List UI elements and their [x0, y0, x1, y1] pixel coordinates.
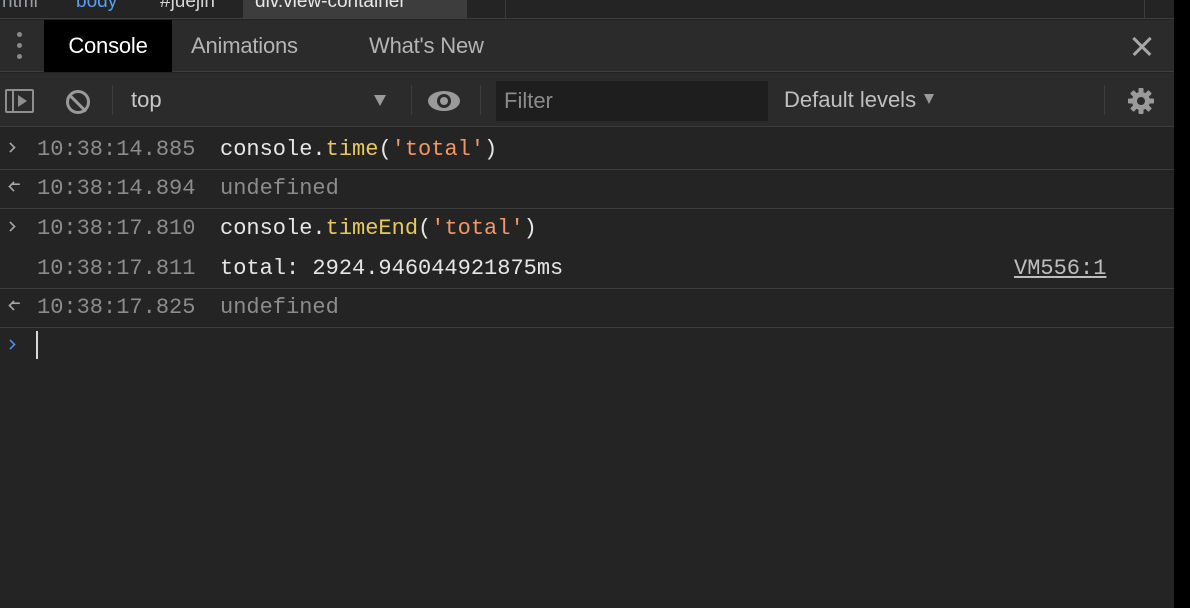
timestamp: 10:38:17.810 [37, 216, 196, 241]
devtools-drawer: html body #juejin div.view-container Con… [0, 0, 1174, 608]
gear-icon[interactable] [1127, 87, 1155, 115]
show-sidebar-icon[interactable] [5, 89, 34, 113]
console-row: 10:38:17.810 console.timeEnd('total') [0, 209, 1174, 249]
context-selector[interactable]: top [122, 81, 402, 119]
tab-whats-new[interactable]: What's New [369, 20, 484, 72]
console-row: 10:38:17.825 undefined [0, 288, 1174, 328]
eye-icon[interactable] [428, 91, 460, 111]
context-label: top [131, 87, 162, 112]
drawer-menu-icon[interactable] [10, 32, 30, 60]
message-text: undefined [220, 288, 339, 328]
input-chevron-icon [5, 221, 16, 232]
prompt-chevron-icon [5, 339, 16, 350]
timestamp: 10:38:17.825 [37, 295, 196, 320]
output-chevron-icon [8, 181, 19, 192]
message-text: undefined [220, 169, 339, 209]
timestamp: 10:38:14.894 [37, 176, 196, 201]
toolbar-divider [480, 85, 481, 115]
output-chevron-icon [8, 300, 19, 311]
result-value: undefined [220, 295, 339, 320]
breadcrumb-divider [505, 0, 506, 18]
code-paren: ) [523, 216, 537, 241]
timestamp: 10:38:17.811 [37, 256, 196, 281]
code-string: 'total' [391, 137, 485, 162]
tab-console[interactable]: Console [44, 20, 172, 72]
breadcrumb-view-container[interactable]: div.view-container [243, 0, 467, 18]
log-levels-dropdown[interactable]: Default levels [784, 81, 935, 119]
filter-input[interactable] [496, 81, 768, 121]
source-link[interactable]: VM556:1 [1014, 249, 1106, 289]
code-paren: ( [378, 137, 392, 162]
dropdown-arrow-icon [374, 95, 386, 106]
dom-breadcrumb: html body #juejin div.view-container [0, 0, 1174, 19]
breadcrumb-scroll [1144, 0, 1174, 18]
code-object: console. [220, 137, 326, 162]
breadcrumb-body[interactable]: body [76, 0, 117, 11]
console-row: 10:38:14.885 console.time('total') [0, 130, 1174, 170]
clear-console-icon[interactable] [66, 90, 90, 114]
code-paren: ( [418, 216, 432, 241]
code-function: timeEnd [325, 216, 419, 241]
code-paren: ) [484, 137, 498, 162]
timestamp: 10:38:14.885 [37, 137, 196, 162]
result-value: undefined [220, 176, 339, 201]
drawer-tabbar: Console Animations What's New [0, 20, 1174, 72]
console-row: 10:38:14.894 undefined [0, 169, 1174, 209]
console-row: 10:38:17.811 total: 2924.946044921875ms … [0, 249, 1174, 289]
text-cursor [36, 331, 38, 359]
tab-animations[interactable]: Animations [191, 20, 298, 72]
toolbar-divider [1104, 85, 1105, 115]
console-messages: 10:38:14.885 console.time('total') 10:38… [0, 128, 1174, 608]
code-object: console. [220, 216, 326, 241]
message-text: console.time('total') [220, 130, 497, 170]
toolbar-divider [112, 85, 113, 115]
window-edge [1174, 0, 1190, 608]
code-string: 'total' [431, 216, 524, 241]
breadcrumb-juejin[interactable]: #juejin [160, 0, 215, 11]
close-icon[interactable] [1128, 32, 1156, 60]
console-prompt[interactable] [0, 327, 1174, 367]
breadcrumb-html[interactable]: html [2, 0, 38, 11]
message-text: total: 2924.946044921875ms [220, 256, 564, 281]
code-function: time [325, 137, 379, 162]
dropdown-arrow-icon [924, 94, 935, 105]
log-levels-label: Default levels [784, 87, 917, 112]
toolbar-divider [411, 85, 412, 115]
message-text: console.timeEnd('total') [220, 209, 537, 249]
input-chevron-icon [5, 142, 16, 153]
